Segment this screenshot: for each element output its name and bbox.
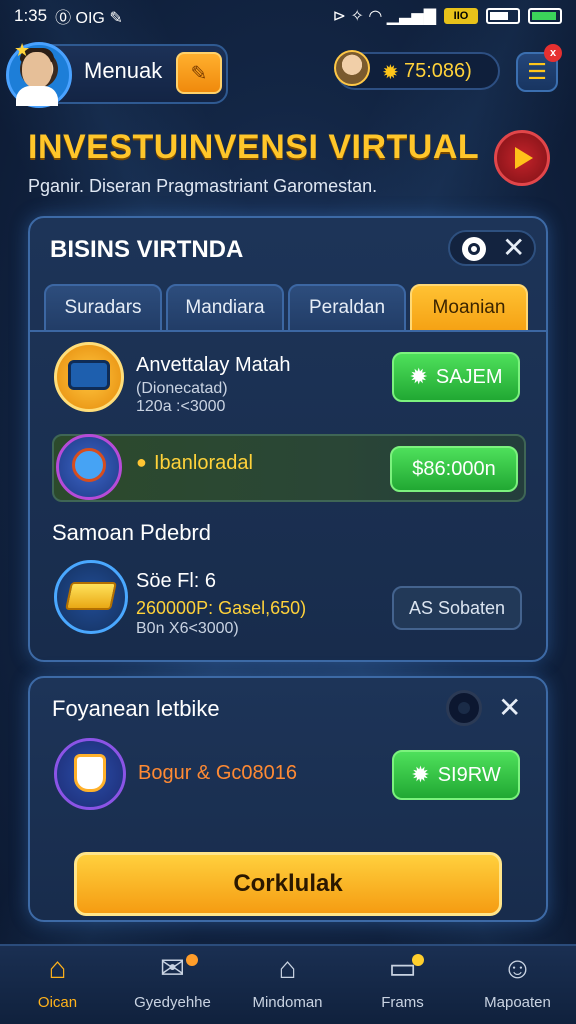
nav-label: Gyedyehhe (134, 994, 211, 1011)
secondary-button[interactable]: AS Sobaten (392, 586, 522, 630)
card-icon: ▭ (388, 952, 417, 985)
burst-icon: ✹ (411, 762, 430, 787)
nav-notification-dot (412, 954, 424, 966)
hamburger-icon: ☰ (527, 59, 547, 84)
battery-saver-icon: IIO (444, 8, 478, 24)
nav-label: Oican (37, 994, 78, 1011)
gold-bar-icon (65, 582, 117, 610)
tab-divider (30, 330, 546, 332)
tab-peraldan[interactable]: Peraldan (288, 284, 406, 332)
burst-icon: ✹ (409, 364, 428, 389)
nav-label: Mindoman (252, 994, 323, 1011)
nav-item-mail[interactable]: ✉ Gyedyehhe (115, 952, 230, 1011)
avatar-shirt (16, 86, 58, 106)
home-icon: ⌂ (48, 952, 67, 985)
cta-button[interactable]: Corklulak (74, 852, 502, 916)
mail-icon: ✉ (159, 952, 186, 985)
nav-label: Frams (381, 994, 424, 1011)
eye-icon[interactable] (462, 237, 486, 261)
nav-item-house[interactable]: ⌂ Mindoman (230, 952, 345, 1011)
section-title: Samoan Pdebrd (52, 520, 211, 545)
battery-outline-icon (486, 8, 520, 24)
tab-suradars[interactable]: Suradars (44, 284, 162, 332)
nav-item-frams[interactable]: ▭ Frams (345, 952, 460, 1011)
buy-button[interactable]: ✹ SAJEM (392, 352, 520, 402)
user-icon: ☺ (502, 952, 533, 985)
status-bar: 1:35 ⓪ OIG ✎ ⊳ ✧ ◠ ▁▃▅▇ IIO (0, 0, 576, 32)
pencil-icon: ✎ (190, 62, 208, 85)
buy-button-label: SAJEM (435, 365, 503, 388)
offer-buy-button[interactable]: ✹ SI9RW (392, 750, 520, 800)
close-panel-button[interactable]: ✕ (502, 234, 525, 262)
star-badge-icon: ★ (14, 40, 31, 60)
item-title: Söe Fl: 6 (136, 570, 217, 592)
coin-balance-value: 75:086) (404, 60, 472, 82)
close-offer-button[interactable]: ✕ (498, 694, 521, 722)
item-title: Ibanloradal (154, 452, 253, 474)
nav-notification-dot (186, 954, 198, 966)
play-icon (515, 147, 533, 169)
bullet-icon: ● (136, 452, 147, 472)
play-button[interactable] (494, 130, 550, 186)
offer-item-title: Bogur & Gc08016 (138, 762, 297, 784)
page-subtitle: Pganir. Diseran Pragmastriant Garomestan… (28, 176, 378, 196)
business-panel-title: BISINS VIRTNDA (50, 236, 244, 263)
item-cost: B0n X6<3000) (136, 620, 239, 637)
house-outline-icon: ⌂ (278, 952, 297, 985)
shield-inner-icon (74, 754, 106, 792)
nav-item-home[interactable]: ⌂ Oican (0, 952, 115, 1011)
star-icon: ✹ (382, 62, 399, 84)
notification-badge: x (544, 44, 562, 62)
page-title: INVESTUINVENSI VIRTUAL (28, 128, 480, 166)
status-time: 1:35 (14, 6, 48, 25)
camera-lens-icon[interactable] (446, 690, 482, 726)
offer-panel-title: Foyanean letbike (52, 696, 220, 721)
item-subtitle: (Dionecatad) (136, 380, 228, 397)
offer-buy-button-label: SI9RW (437, 763, 501, 786)
item-title: Anvettalay Matah (136, 354, 291, 376)
status-left-icons: ⓪ OIG ✎ (55, 10, 123, 27)
signal-icons: ⊳ ✧ ◠ ▁▃▅▇ (332, 8, 436, 25)
nav-item-profile[interactable]: ☺ Mapoaten (460, 952, 575, 1011)
tab-moanian[interactable]: Moanian (410, 284, 528, 332)
nav-label: Mapoaten (484, 994, 551, 1011)
monitor-screen-icon (68, 360, 110, 390)
battery-charging-icon (528, 8, 562, 24)
globe-inner-icon (72, 448, 106, 482)
item-cost: 120a :<3000 (136, 398, 226, 415)
edit-profile-button[interactable]: ✎ (176, 52, 222, 94)
coin-avatar-icon (334, 50, 370, 86)
tab-mandiara[interactable]: Mandiara (166, 284, 284, 332)
profile-name: Menuak (84, 58, 163, 83)
item-price: 260000P: Gasel,650) (136, 598, 307, 618)
price-button[interactable]: $86:000n (390, 446, 518, 492)
